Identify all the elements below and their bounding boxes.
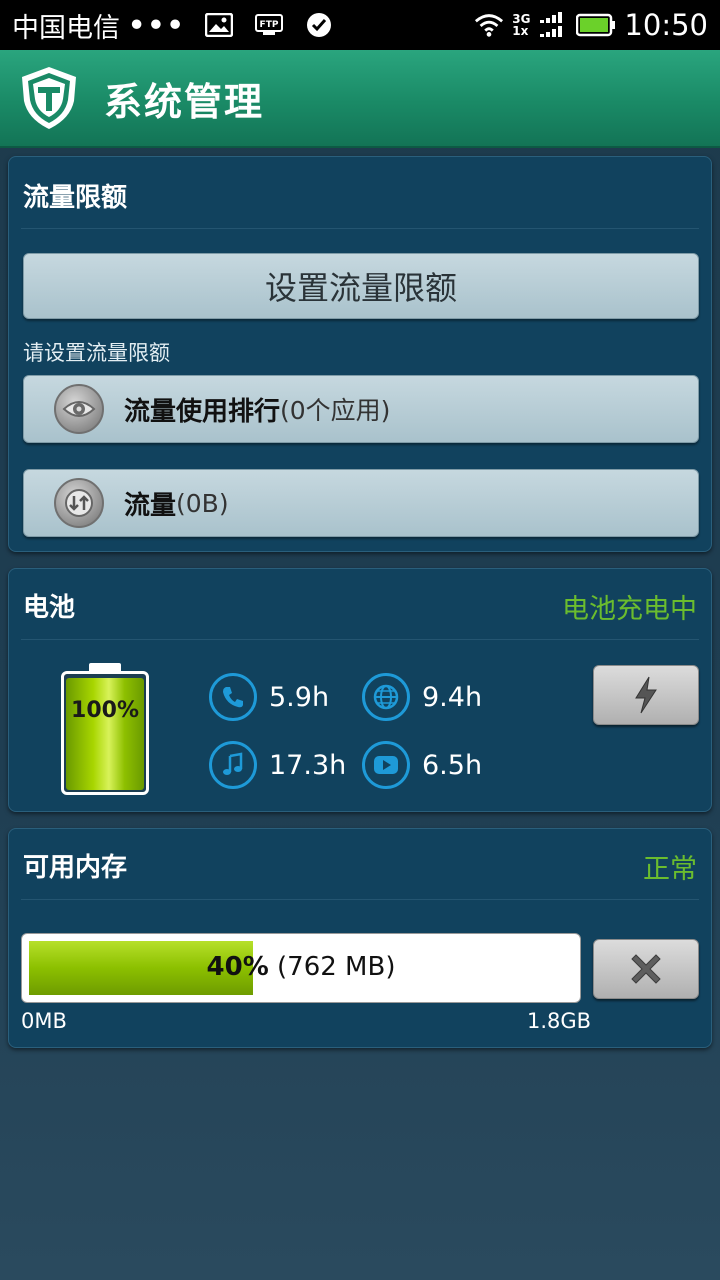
eye-icon <box>54 384 104 434</box>
memory-usage-text: 40% (762 MB) <box>22 952 580 982</box>
call-time-stat: 5.9h <box>209 673 329 721</box>
battery-body: 100% <box>61 671 149 795</box>
check-notification-icon <box>304 12 334 38</box>
video-time-stat: 6.5h <box>362 741 482 789</box>
web-time-stat: 9.4h <box>362 673 482 721</box>
memory-min-label: 0MB <box>21 1009 67 1033</box>
music-icon <box>209 741 257 789</box>
lightning-icon <box>631 675 661 715</box>
ftp-notification-icon: FTP <box>254 12 284 38</box>
divider <box>21 228 699 229</box>
wifi-icon <box>474 12 504 38</box>
traffic-ranking-count: (0个应用) <box>280 396 391 425</box>
signal-icon <box>536 12 566 38</box>
video-time-value: 6.5h <box>422 749 483 781</box>
set-traffic-limit-label: 设置流量限额 <box>264 269 457 307</box>
battery-fill <box>66 678 144 790</box>
status-bar: 中国电信 ••• FTP 3G 1x 10:50 <box>0 0 720 50</box>
battery-percent: 100% <box>71 698 139 723</box>
divider <box>21 899 699 900</box>
memory-amount: (762 MB) <box>277 952 396 982</box>
traffic-card-title: 流量限额 <box>23 183 128 213</box>
memory-status-text: 正常 <box>643 854 697 885</box>
memory-card-title: 可用内存 <box>23 853 128 883</box>
battery-status-icon <box>576 13 616 37</box>
carrier-name: 中国电信 <box>12 12 120 44</box>
close-icon <box>626 949 666 989</box>
power-saving-button[interactable] <box>593 665 699 725</box>
set-traffic-limit-button[interactable]: 设置流量限额 <box>23 253 699 319</box>
globe-icon <box>362 673 410 721</box>
music-time-value: 17.3h <box>269 749 347 781</box>
network-type: 3G 1x <box>512 13 530 37</box>
page-title: 系统管理 <box>104 79 265 124</box>
traffic-ranking-button[interactable]: 流量使用排行 (0个应用) <box>23 375 699 443</box>
video-icon <box>362 741 410 789</box>
traffic-flow-label: 流量 <box>124 490 177 521</box>
battery-status-text: 电池充电中 <box>562 594 697 625</box>
clock: 10:50 <box>624 8 708 42</box>
up-down-arrows-icon <box>54 478 104 528</box>
memory-usage-bar: 40% (762 MB) <box>21 933 581 1003</box>
traffic-flow-button[interactable]: 流量 (0B) <box>23 469 699 537</box>
svg-text:FTP: FTP <box>259 20 278 30</box>
battery-level-indicator: 100% <box>61 663 149 795</box>
battery-card: 电池 电池充电中 100% 5.9h 9.4h 17.3h 6.5h <box>8 568 712 812</box>
web-time-value: 9.4h <box>422 681 483 713</box>
call-time-value: 5.9h <box>269 681 330 713</box>
traffic-card: 流量限额 设置流量限额 请设置流量限额 流量使用排行 (0个应用) 流量 (0B… <box>8 156 712 552</box>
phone-icon <box>209 673 257 721</box>
memory-max-label: 1.8GB <box>527 1009 592 1033</box>
divider <box>21 639 699 640</box>
memory-percent: 40% <box>206 952 269 982</box>
clear-memory-button[interactable] <box>593 939 699 999</box>
shield-logo-icon <box>18 65 80 131</box>
memory-card: 可用内存 正常 40% (762 MB) 0MB 1.8GB <box>8 828 712 1048</box>
app-title-bar: 系统管理 <box>0 50 720 148</box>
music-time-stat: 17.3h <box>209 741 346 789</box>
traffic-ranking-label: 流量使用排行 <box>124 396 281 427</box>
network-1x-label: 1x <box>512 24 529 38</box>
traffic-flow-value: (0B) <box>176 488 229 518</box>
more-notifications-indicator: ••• <box>128 9 186 41</box>
battery-card-title: 电池 <box>23 593 76 623</box>
traffic-limit-hint: 请设置流量限额 <box>23 341 170 365</box>
image-notification-icon <box>204 12 234 38</box>
